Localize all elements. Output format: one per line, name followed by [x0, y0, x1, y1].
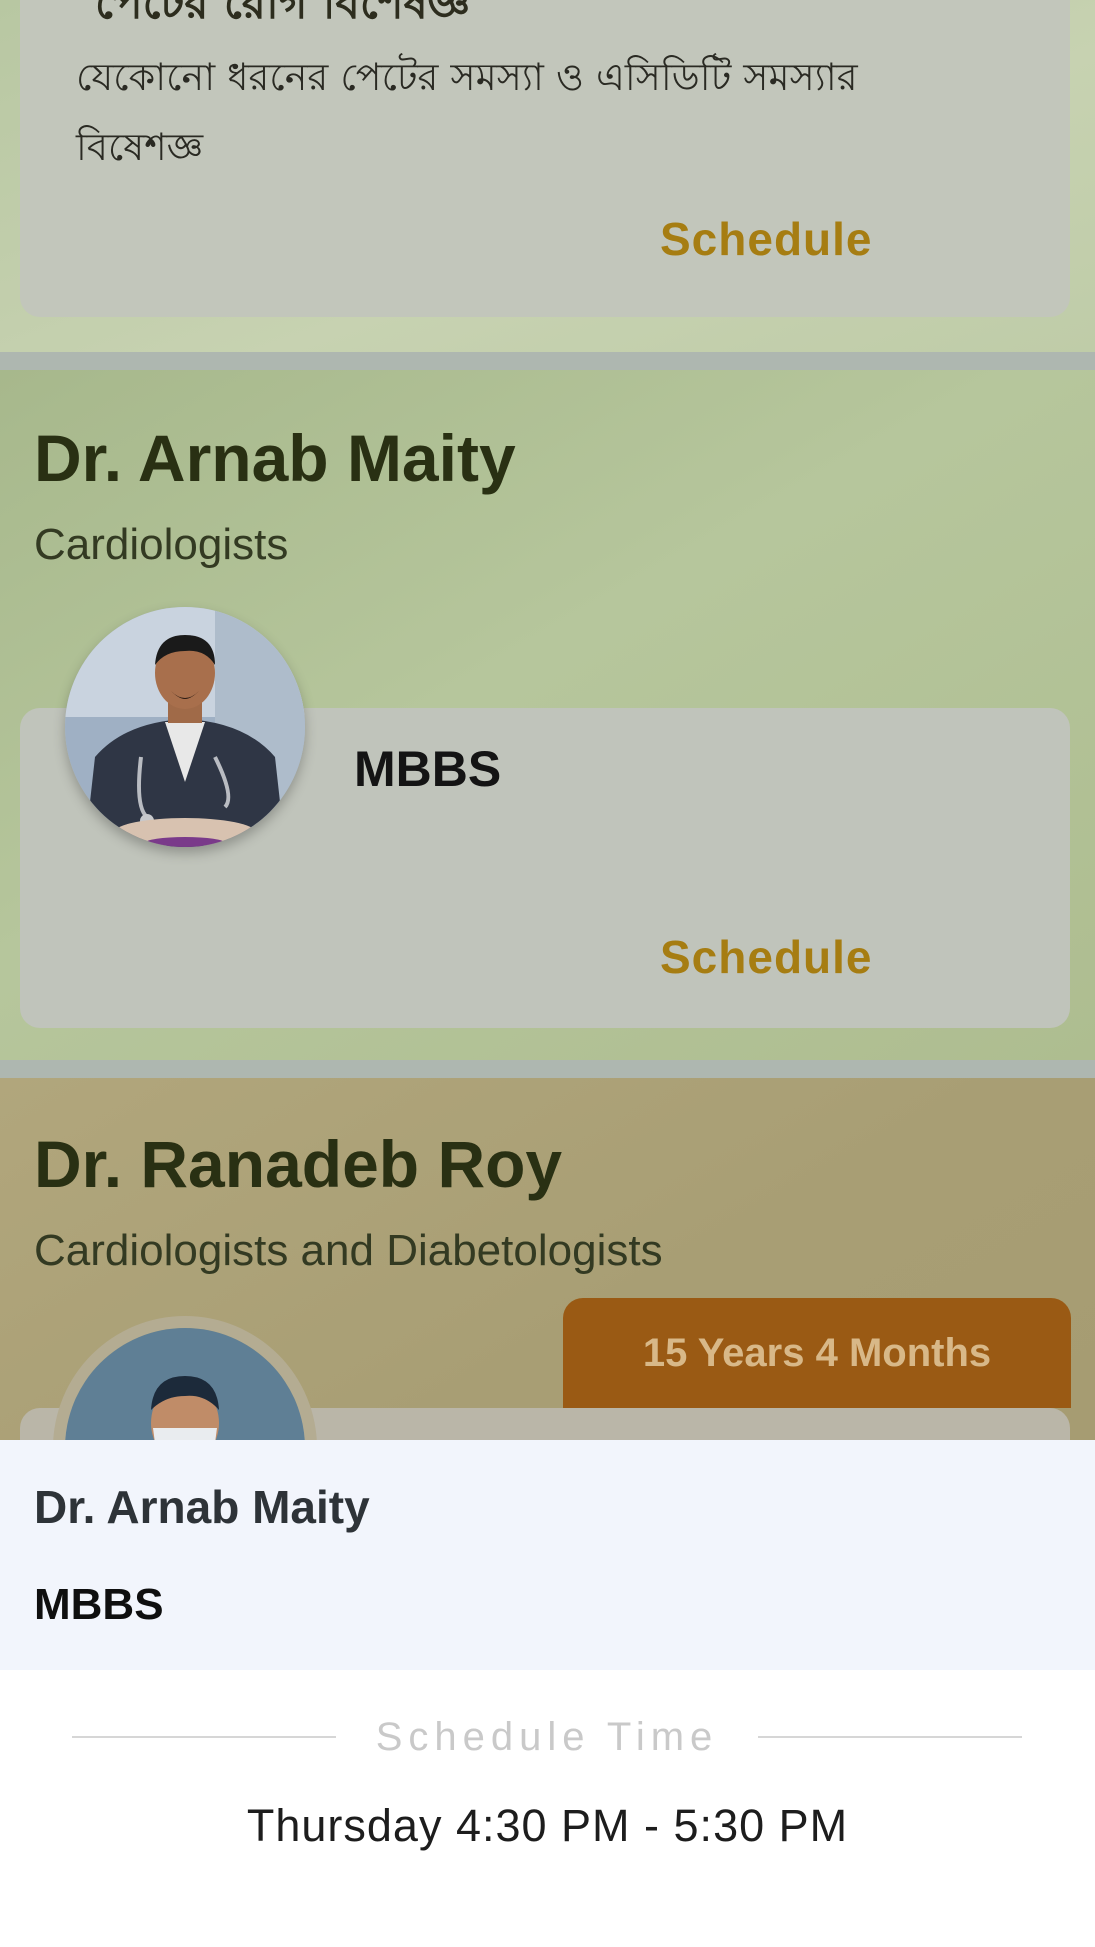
doctor-avatar: [65, 1328, 305, 1440]
doctor-placeholder-icon: [65, 1328, 305, 1440]
doctor-name: Dr. Ranadeb Roy: [34, 1127, 563, 1201]
sheet-doctor-degree: MBBS: [34, 1580, 164, 1629]
doctor-card-heading: পেটের রোগ বিশেষজ্ঞ: [95, 0, 471, 29]
doctor-degree: MBBS: [354, 741, 502, 797]
experience-badge: 15 Years 4 Months: [563, 1298, 1071, 1408]
doctor-card-inner: পেটের রোগ বিশেষজ্ঞ যেকোনো ধরনের পেটের সম…: [20, 0, 1070, 317]
sheet-header: Dr. Arnab Maity MBBS: [0, 1440, 1095, 1670]
card-divider: [0, 352, 1095, 370]
doctor-card-ranadeb-roy[interactable]: Dr. Ranadeb Roy Cardiologists and Diabet…: [0, 1078, 1095, 1440]
schedule-button[interactable]: Schedule: [660, 212, 873, 266]
doctor-avatar: [65, 607, 305, 847]
heading-line-left: [72, 1736, 336, 1738]
heading-line-right: [758, 1736, 1022, 1738]
doctor-specialty: Cardiologists: [34, 520, 289, 569]
schedule-time-label: Schedule Time: [375, 1714, 719, 1759]
schedule-bottom-sheet: Dr. Arnab Maity MBBS Schedule Time Thurs…: [0, 1440, 1095, 1947]
schedule-time-heading: Schedule Time: [72, 1712, 1022, 1762]
card-divider: [0, 1060, 1095, 1078]
schedule-button[interactable]: Schedule: [660, 930, 873, 984]
doctor-card-gastro: পেটের রোগ বিশেষজ্ঞ যেকোনো ধরনের পেটের সম…: [0, 0, 1095, 352]
doctor-name: Dr. Arnab Maity: [34, 421, 516, 495]
sheet-doctor-name: Dr. Arnab Maity: [34, 1481, 370, 1533]
doctor-photo-icon: [65, 607, 305, 847]
doctor-card-arnab-maity[interactable]: Dr. Arnab Maity Cardiologists MBBS Sched…: [0, 370, 1095, 1060]
doctor-card-description: যেকোনো ধরনের পেটের সমস্যা ও এসিডিটি সমস্…: [76, 55, 858, 169]
doctor-list: পেটের রোগ বিশেষজ্ঞ যেকোনো ধরনের পেটের সম…: [0, 0, 1095, 1440]
doctor-specialty: Cardiologists and Diabetologists: [34, 1226, 663, 1275]
schedule-time-value: Thursday 4:30 PM - 5:30 PM: [246, 1800, 849, 1851]
